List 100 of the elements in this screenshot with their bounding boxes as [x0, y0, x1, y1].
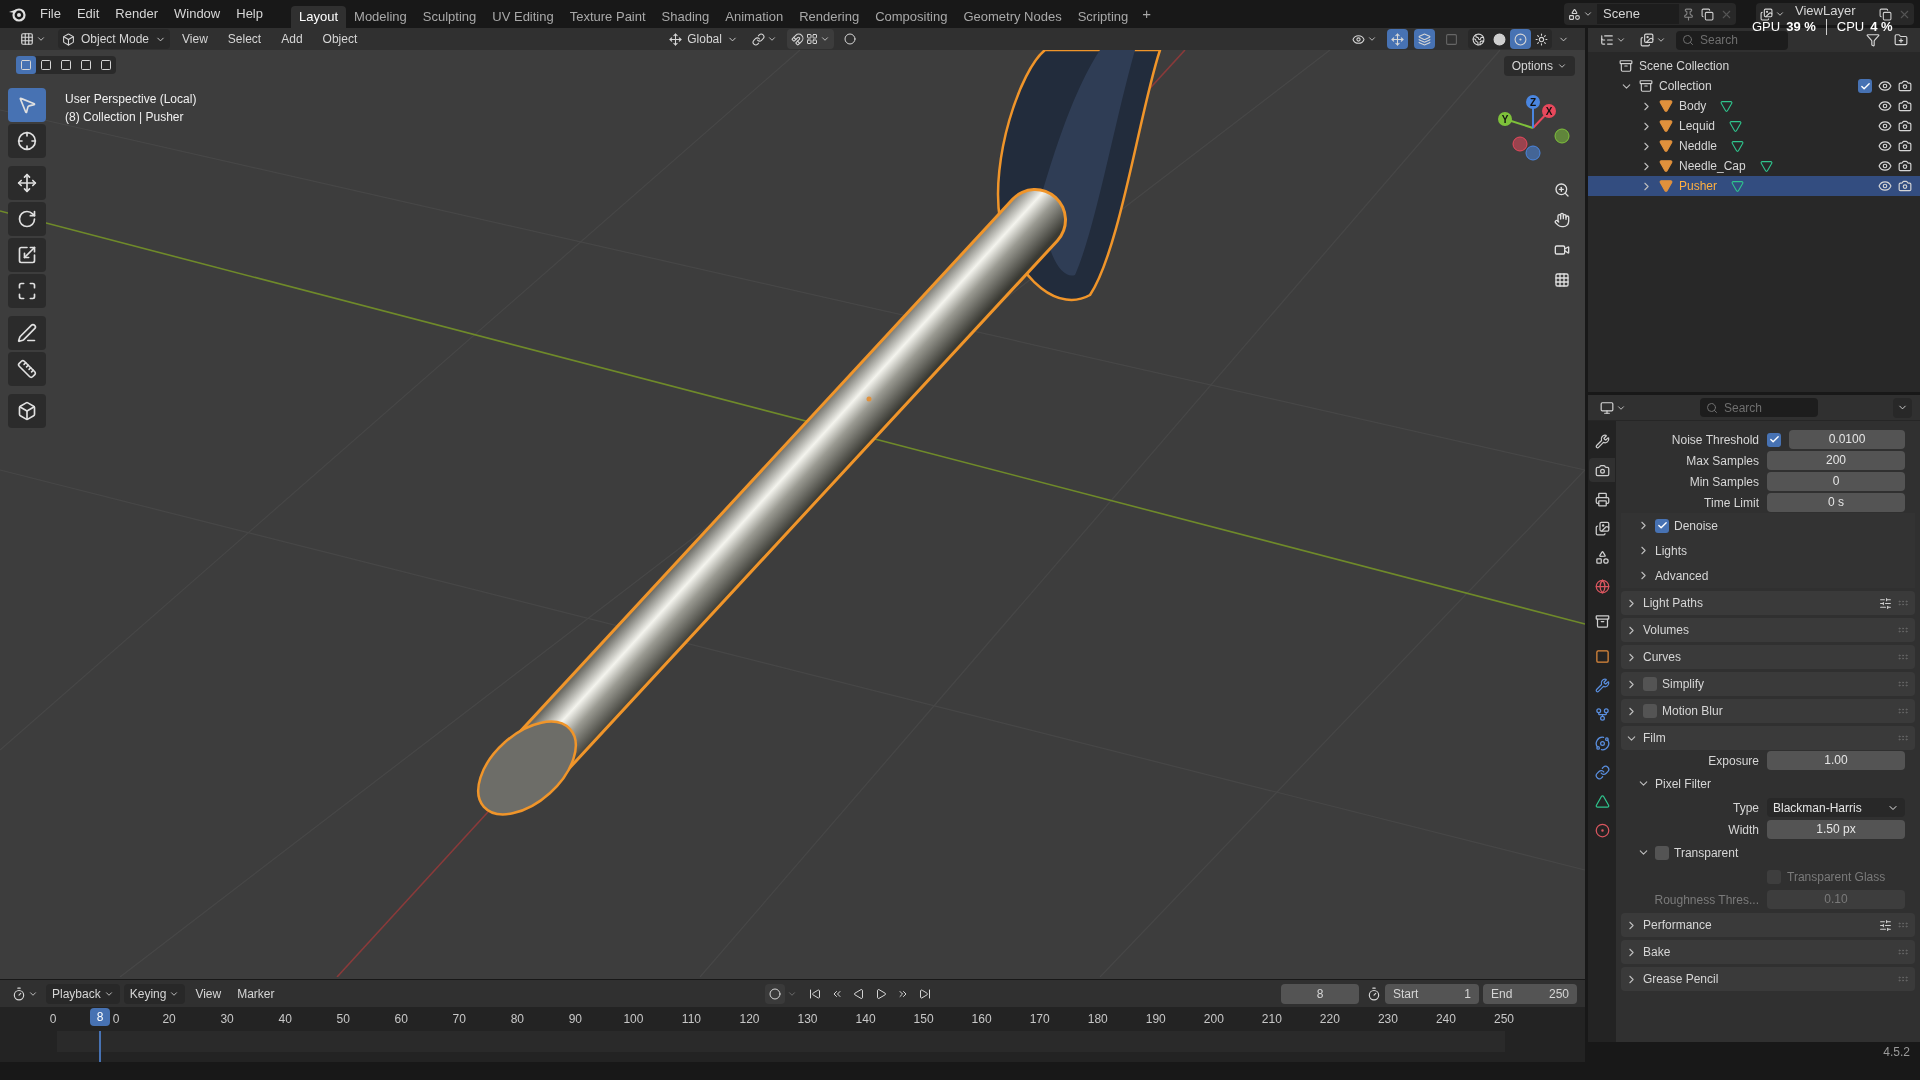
checkbox[interactable] [1655, 518, 1669, 533]
menu-item[interactable]: Help [228, 4, 271, 24]
menu-item[interactable]: Keying [123, 983, 186, 1004]
snap-button[interactable] [786, 29, 834, 49]
subpanel-header[interactable]: Lights [1655, 541, 1688, 560]
tool-button[interactable] [8, 274, 46, 308]
render-icon[interactable] [1898, 99, 1912, 113]
mesh-icon[interactable] [1731, 139, 1745, 153]
number-field[interactable]: 200 [1767, 451, 1905, 470]
presets-icon[interactable] [1879, 918, 1892, 932]
render-icon[interactable] [1898, 159, 1912, 173]
menu-item[interactable]: Add [273, 30, 311, 48]
panel-header[interactable]: Motion Blur [1621, 699, 1915, 723]
render-icon[interactable] [1898, 139, 1912, 153]
visibility-icon[interactable] [1878, 99, 1892, 113]
visibility-icon[interactable] [1878, 139, 1892, 153]
checkbox[interactable] [1767, 432, 1781, 447]
outliner-row[interactable]: Needle_Cap [1588, 156, 1920, 176]
mesh-icon[interactable] [1720, 99, 1734, 113]
render-icon[interactable] [1898, 79, 1912, 93]
workspace-tab[interactable]: Scripting [1069, 6, 1137, 28]
workspace-tab[interactable]: Modeling [346, 6, 415, 28]
add-workspace-button[interactable]: + [1136, 2, 1157, 26]
properties-tab[interactable] [1589, 458, 1615, 482]
mesh-icon[interactable] [1729, 119, 1743, 133]
checkbox[interactable] [1643, 704, 1657, 718]
tool-button[interactable] [8, 124, 46, 158]
number-field[interactable]: 0 s [1767, 493, 1905, 512]
stopwatch-icon[interactable] [1367, 986, 1381, 1001]
outliner-row[interactable]: Body [1588, 96, 1920, 116]
menu-item[interactable]: View [174, 30, 216, 48]
workspace-tab[interactable]: Shading [653, 6, 718, 28]
playhead[interactable]: 8 [90, 1008, 110, 1026]
app-logo-icon[interactable] [8, 6, 26, 22]
checkbox[interactable] [1643, 677, 1657, 691]
end-frame-field[interactable]: End 250 [1483, 983, 1577, 1004]
panel-header[interactable]: Volumes [1621, 618, 1915, 642]
outliner-row[interactable]: Pusher [1588, 176, 1920, 196]
gizmo-toggle[interactable] [1387, 29, 1408, 49]
tool-button[interactable] [8, 202, 46, 236]
scene-name-field[interactable]: Scene [1597, 4, 1679, 24]
visibility-icon[interactable] [1878, 79, 1892, 93]
tool-button[interactable] [8, 316, 46, 350]
menu-item[interactable]: Object [314, 30, 366, 48]
material-shading-button[interactable] [1510, 29, 1531, 49]
presets-icon[interactable] [1879, 596, 1892, 610]
menu-item[interactable]: View [189, 983, 228, 1004]
dropdown[interactable]: Blackman-Harris [1767, 798, 1905, 817]
copy-icon[interactable] [1879, 7, 1892, 21]
drag-handle-icon[interactable] [1897, 705, 1909, 717]
workspace-tab[interactable]: Compositing [867, 6, 956, 28]
menu-item[interactable]: Edit [68, 4, 108, 24]
subpanel-header[interactable]: Pixel Filter [1655, 774, 1711, 793]
copy-icon[interactable] [1701, 7, 1714, 21]
visibility-icon[interactable] [1878, 179, 1892, 193]
options-dropdown[interactable]: Options [1503, 56, 1575, 76]
checkbox[interactable] [1655, 845, 1669, 860]
drag-handle-icon[interactable] [1897, 678, 1909, 690]
options-dropdown[interactable] [1893, 397, 1912, 418]
tool-button[interactable] [8, 238, 46, 272]
outliner-row[interactable]: Neddle [1588, 136, 1920, 156]
menu-item[interactable]: Window [166, 4, 229, 24]
workspace-tab[interactable]: Animation [717, 6, 792, 28]
number-field[interactable]: 1.00 [1767, 751, 1905, 770]
panel-header[interactable]: Light Paths [1621, 591, 1915, 615]
drag-handle-icon[interactable] [1897, 597, 1909, 609]
outliner-row[interactable]: Collection [1588, 76, 1920, 96]
mesh-icon[interactable] [1759, 159, 1773, 173]
menu-item[interactable]: File [32, 4, 69, 24]
drag-handle-icon[interactable] [1897, 919, 1909, 931]
tool-button[interactable] [8, 352, 46, 386]
current-frame-field[interactable]: 8 [1281, 983, 1359, 1004]
render-icon[interactable] [1898, 179, 1912, 193]
panel-header[interactable]: Grease Pencil [1621, 967, 1915, 991]
panel-header[interactable]: Curves [1621, 645, 1915, 669]
panel-header[interactable]: Bake [1621, 940, 1915, 964]
visibility-icon[interactable] [1878, 159, 1892, 173]
workspace-tab[interactable]: Texture Paint [561, 6, 654, 28]
menu-item[interactable]: Marker [231, 983, 281, 1004]
menu-item[interactable]: Select [219, 30, 270, 48]
menu-item[interactable]: Playback [46, 983, 120, 1004]
tool-button[interactable] [8, 166, 46, 200]
select-mode-button[interactable] [16, 56, 36, 74]
number-field[interactable]: 0.0100 [1789, 430, 1905, 449]
checkbox[interactable] [1858, 79, 1872, 93]
panel-header[interactable]: Simplify [1621, 672, 1915, 696]
drag-handle-icon[interactable] [1897, 624, 1909, 636]
panel-header[interactable]: Performance [1621, 913, 1915, 937]
outliner-row[interactable]: Lequid [1588, 116, 1920, 136]
mesh-icon[interactable] [1731, 179, 1745, 193]
workspace-tab[interactable]: Geometry Nodes [955, 6, 1070, 28]
start-frame-field[interactable]: Start 1 [1385, 983, 1479, 1004]
axis-handle[interactable]: Z [1525, 95, 1541, 161]
number-field[interactable]: 0 [1767, 472, 1905, 491]
panel-header[interactable]: Film [1621, 726, 1915, 750]
number-field[interactable]: 1.50 px [1767, 820, 1905, 839]
drag-handle-icon[interactable] [1897, 946, 1909, 958]
outliner-row[interactable]: Scene Collection [1588, 56, 1920, 76]
workspace-tab[interactable]: Layout [291, 6, 347, 28]
subpanel-header[interactable]: Transparent [1674, 843, 1739, 862]
